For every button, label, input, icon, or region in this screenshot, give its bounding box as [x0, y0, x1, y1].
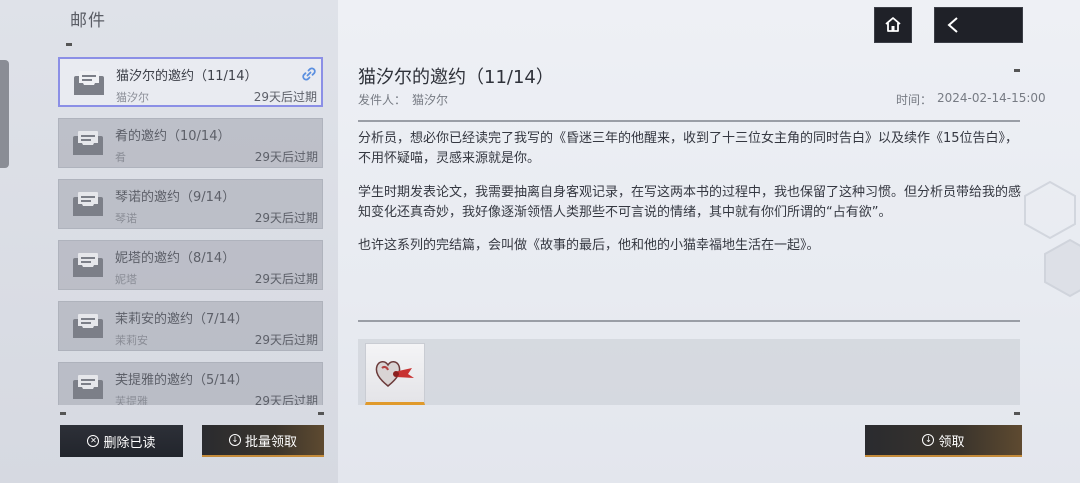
mail-item[interactable]: 肴的邀约（10/14） 肴 29天后过期 [58, 118, 323, 168]
mail-tray-icon [73, 253, 103, 277]
batch-claim-button[interactable]: ↓ 批量领取 [202, 425, 324, 457]
mail-tray-icon [74, 71, 104, 95]
download-circle-icon: ↓ [228, 434, 241, 446]
mail-item-expire: 29天后过期 [253, 90, 317, 104]
attachment-area [358, 339, 1020, 405]
mail-tray-icon [73, 192, 103, 216]
mail-item-sender: 芙提雅 [115, 395, 148, 405]
divider-tick [60, 412, 66, 415]
divider-tick [1014, 412, 1020, 415]
mail-tray-icon [73, 314, 103, 338]
mail-item-expire: 29天后过期 [254, 333, 318, 347]
download-circle-icon: ↓ [922, 434, 935, 446]
mail-item-expire: 29天后过期 [254, 211, 318, 225]
home-button[interactable] [874, 7, 912, 43]
reward-item-slot[interactable] [365, 343, 425, 405]
mail-item-expire: 29天后过期 [254, 272, 318, 286]
mail-item-expire: 29天后过期 [254, 394, 318, 405]
page-title: 邮件 [70, 11, 106, 31]
back-button[interactable] [934, 7, 1023, 43]
mail-item-title: 琴诺的邀约（9/14） [115, 190, 236, 205]
divider-tick [318, 412, 324, 415]
mail-item-sender: 琴诺 [115, 212, 137, 225]
mail-body-paragraph: 学生时期发表论文，我需要抽离自身客观记录，在写这两本书的过程中，我也保留了这种习… [358, 185, 1022, 220]
mail-item[interactable]: 芙提雅的邀约（5/14） 芙提雅 29天后过期 [58, 362, 323, 405]
divider-tick [1014, 69, 1020, 72]
mail-detail-title: 猫汐尔的邀约（11/14） [358, 67, 554, 88]
batch-claim-label: 批量领取 [244, 434, 297, 450]
mail-item[interactable]: 妮塔的邀约（8/14） 妮塔 29天后过期 [58, 240, 323, 290]
side-drawer-handle[interactable] [0, 60, 9, 168]
mail-item-expire: 29天后过期 [254, 150, 318, 164]
back-arrow-icon [947, 17, 958, 33]
mail-item[interactable]: 琴诺的邀约（9/14） 琴诺 29天后过期 [58, 179, 323, 229]
mail-item-sender: 妮塔 [115, 273, 137, 286]
link-icon [302, 67, 316, 81]
mail-item-title: 猫汐尔的邀约（11/14） [116, 69, 258, 84]
divider [358, 320, 1020, 322]
sender-label: 发件人： [358, 93, 407, 107]
claim-label: 领取 [938, 434, 965, 450]
mail-item-sender: 茉莉安 [115, 334, 148, 347]
delete-read-button[interactable]: ✕ 删除已读 [60, 425, 183, 457]
delete-circle-icon: ✕ [87, 435, 100, 447]
divider [358, 120, 1020, 122]
time-value: 2024-02-14-15:00 [937, 91, 1046, 105]
divider-tick [66, 43, 72, 46]
mail-tray-icon [73, 375, 103, 399]
mail-item-sender: 肴 [115, 151, 126, 164]
home-icon [885, 17, 901, 32]
mail-item-title: 肴的邀约（10/14） [115, 129, 231, 144]
mail-body-paragraph: 分析员，想必你已经读完了我写的《昏迷三年的他醒来，收到了十三位女主角的同时告白》… [358, 131, 1019, 166]
mail-item-active[interactable]: 猫汐尔的邀约（11/14） 猫汐尔 29天后过期 [58, 57, 323, 107]
claim-button[interactable]: ↓ 领取 [865, 425, 1022, 457]
sender-value: 猫汐尔 [412, 93, 449, 107]
mail-item-title: 妮塔的邀约（8/14） [115, 251, 236, 266]
delete-read-label: 删除已读 [103, 435, 156, 451]
time-label: 时间： [896, 93, 933, 107]
heart-gift-icon [375, 361, 414, 387]
mail-list[interactable]: 猫汐尔的邀约（11/14） 猫汐尔 29天后过期 肴的邀约（10/14） 肴 2… [58, 57, 325, 405]
mail-item-sender: 猫汐尔 [116, 91, 149, 104]
mail-item[interactable]: 茉莉安的邀约（7/14） 茉莉安 29天后过期 [58, 301, 323, 351]
mail-body-paragraph: 也许这系列的完结篇，会叫做《故事的最后，他和他的小猫幸福地生活在一起》。 [358, 238, 820, 253]
mail-tray-icon [73, 131, 103, 155]
hexagon-decoration [1024, 180, 1080, 298]
mail-item-title: 芙提雅的邀约（5/14） [115, 373, 249, 388]
mail-item-title: 茉莉安的邀约（7/14） [115, 312, 249, 327]
